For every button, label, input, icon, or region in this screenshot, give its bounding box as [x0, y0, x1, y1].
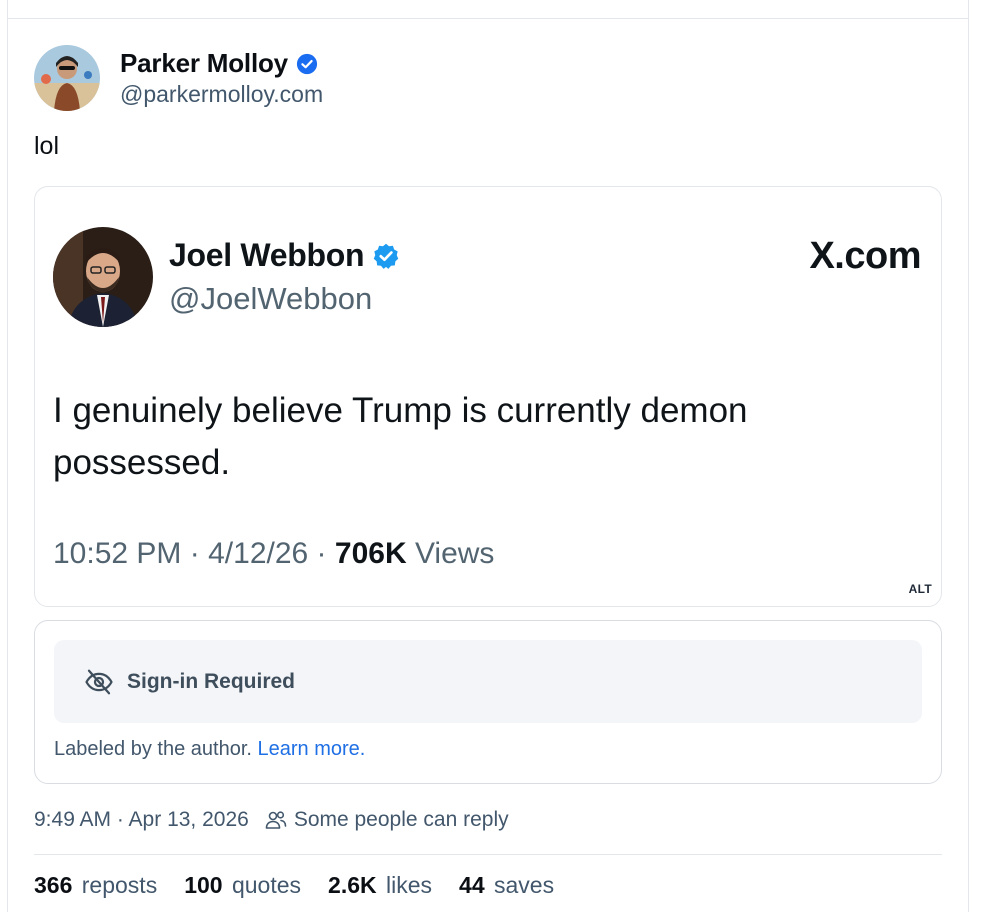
- author-name[interactable]: Parker Molloy: [120, 48, 288, 79]
- reposts-label: reposts: [81, 872, 158, 898]
- quotes-count: 100: [184, 872, 223, 898]
- likes-label: likes: [386, 872, 433, 898]
- learn-more-link[interactable]: Learn more.: [258, 738, 366, 760]
- reposts-stat[interactable]: 366 reposts: [34, 872, 157, 899]
- embedded-separator: ·: [316, 537, 327, 570]
- author-block: Parker Molloy @parkermolloy.com: [120, 48, 323, 108]
- alt-badge[interactable]: ALT: [909, 582, 932, 596]
- top-divider: [7, 18, 969, 19]
- embedded-author-handle: @JoelWebbon: [169, 281, 373, 316]
- embedded-verified-badge-icon: [372, 242, 400, 270]
- label-note: Labeled by the author. Learn more.: [54, 738, 365, 761]
- embedded-author-avatar: [53, 227, 153, 327]
- post-meta-row: 9:49 AM · Apr 13, 2026 Some people can r…: [34, 808, 509, 832]
- quotes-label: quotes: [231, 872, 302, 898]
- stats-divider: [34, 854, 942, 855]
- saves-count: 44: [459, 872, 485, 898]
- embedded-name-row: Joel Webbon: [169, 237, 400, 274]
- author-handle[interactable]: @parkermolloy.com: [120, 81, 323, 108]
- content-label-card: Sign-in Required Labeled by the author. …: [34, 620, 942, 784]
- post-header: Parker Molloy @parkermolloy.com: [34, 44, 323, 112]
- author-name-row: Parker Molloy: [120, 48, 323, 79]
- people-icon: [264, 808, 288, 832]
- sign-in-required-box[interactable]: Sign-in Required: [54, 640, 922, 723]
- embedded-views-label: Views: [414, 537, 495, 570]
- post-timestamp[interactable]: 9:49 AM · Apr 13, 2026: [34, 808, 249, 832]
- sign-in-required-label: Sign-in Required: [127, 669, 295, 693]
- saves-stat[interactable]: 44 saves: [459, 872, 554, 899]
- saves-label: saves: [494, 872, 555, 898]
- reposts-count: 366: [34, 872, 73, 898]
- embedded-site-label: X.com: [809, 235, 921, 277]
- embedded-time: 10:52 PM: [53, 537, 182, 570]
- eye-slash-icon: [84, 667, 114, 697]
- likes-count: 2.6K: [328, 872, 377, 898]
- embedded-author-name: Joel Webbon: [169, 237, 365, 273]
- label-note-text: Labeled by the author.: [54, 738, 252, 760]
- embedded-post-meta: 10:52 PM · 4/12/26 · 706K Views: [53, 537, 494, 571]
- embedded-post-body: I genuinely believe Trump is currently d…: [53, 391, 748, 482]
- likes-stat[interactable]: 2.6K likes: [328, 872, 432, 899]
- reply-setting[interactable]: Some people can reply: [294, 808, 509, 832]
- quotes-stat[interactable]: 100 quotes: [184, 872, 301, 899]
- embedded-views-count: 706K: [334, 537, 407, 570]
- engagement-stats: 366 reposts 100 quotes 2.6K likes 44 sav…: [34, 872, 581, 899]
- author-avatar[interactable]: [34, 45, 100, 111]
- embedded-image[interactable]: Joel Webbon @JoelWebbon X.com I genuinel…: [34, 186, 942, 607]
- verified-badge-icon[interactable]: [296, 53, 318, 75]
- post-text: lol: [34, 132, 60, 160]
- embedded-separator: ·: [189, 537, 200, 570]
- embedded-date: 4/12/26: [208, 537, 309, 570]
